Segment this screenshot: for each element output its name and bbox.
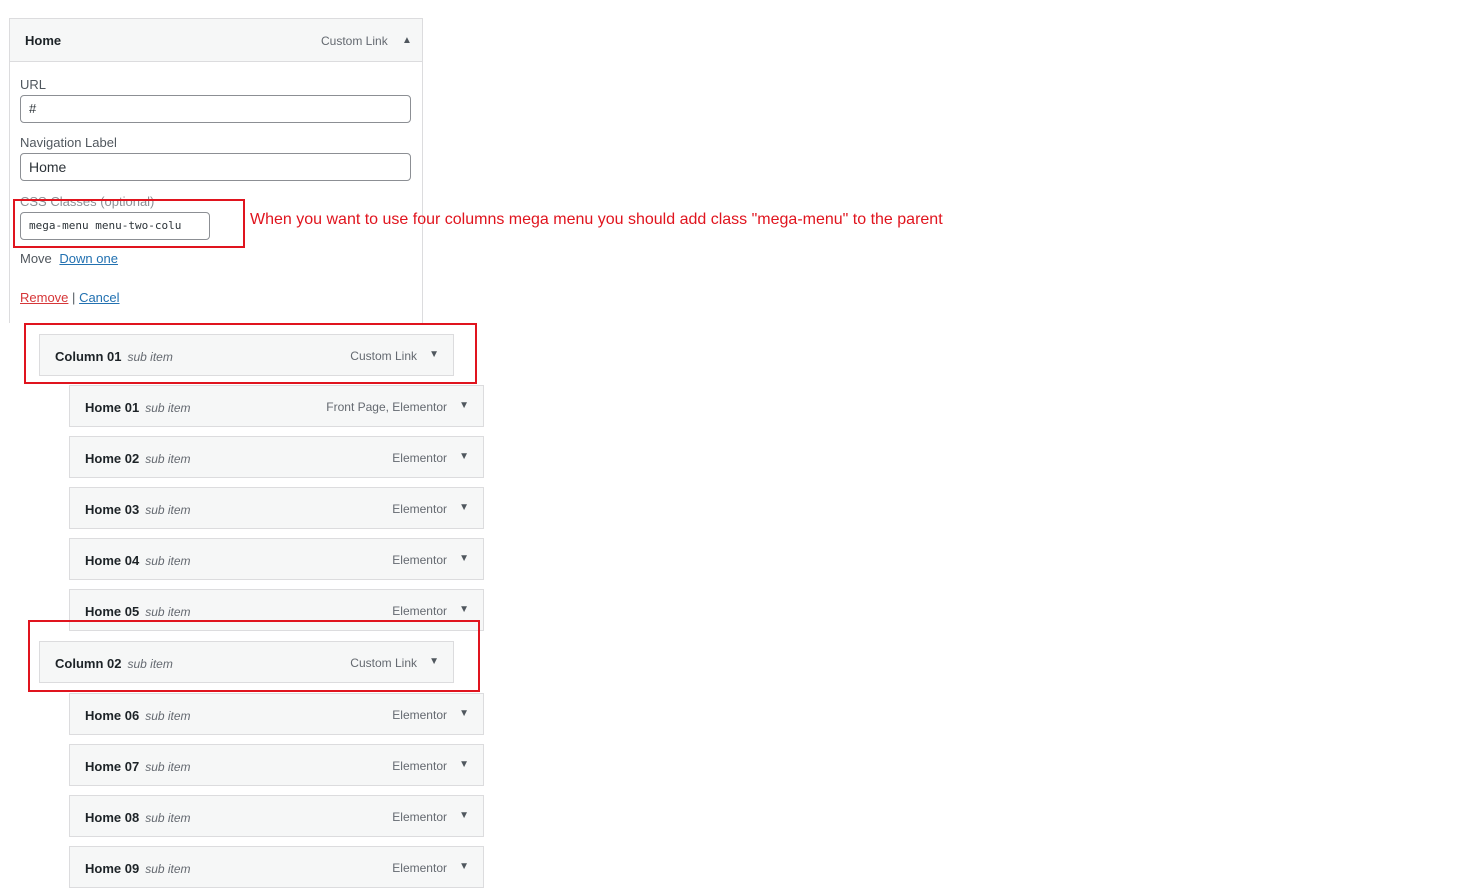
menu-item-title: Home 07 — [85, 759, 140, 774]
menu-item-type: Elementor — [392, 810, 447, 824]
menu-item-title: Home 01 — [85, 400, 140, 415]
menu-item-home-09[interactable]: Home 09 sub item Elementor ▼ — [69, 846, 484, 888]
menu-item-settings-panel: Home Custom Link ▲ URL # Navigation Labe… — [9, 18, 423, 323]
menu-item-sub-label: sub item — [127, 657, 173, 671]
menu-item-type: Custom Link — [350, 656, 417, 670]
menu-item-home-02[interactable]: Home 02 sub item Elementor ▼ — [69, 436, 484, 478]
menu-item-type: Elementor — [392, 759, 447, 773]
menu-item-home-06[interactable]: Home 06 sub item Elementor ▼ — [69, 693, 484, 735]
menu-item-title: Home 08 — [85, 810, 140, 825]
menu-item-handle[interactable]: Home Custom Link ▲ — [10, 19, 422, 62]
menu-item-title: Home 02 — [85, 451, 140, 466]
css-classes-label: CSS Classes (optional) — [20, 194, 155, 209]
triangle-down-icon[interactable]: ▼ — [429, 349, 439, 360]
item-actions: Remove | Cancel — [20, 290, 120, 305]
menu-item-sub-label: sub item — [145, 760, 191, 774]
menu-item-title: Home 09 — [85, 861, 140, 876]
triangle-down-icon[interactable]: ▼ — [459, 861, 469, 872]
menu-item-type: Front Page, Elementor — [326, 400, 447, 414]
triangle-down-icon[interactable]: ▼ — [459, 553, 469, 564]
menu-item-title: Home — [25, 33, 62, 48]
triangle-down-icon[interactable]: ▼ — [459, 451, 469, 462]
menu-item-sub-label: sub item — [145, 709, 191, 723]
menu-item-sub-label: sub item — [145, 862, 191, 876]
triangle-down-icon[interactable]: ▼ — [459, 759, 469, 770]
navigation-label-label: Navigation Label — [20, 135, 117, 150]
menu-item-title: Column 01 — [55, 349, 122, 364]
menu-item-type: Custom Link — [321, 34, 388, 48]
navigation-label-input[interactable]: Home — [20, 153, 411, 181]
cancel-link[interactable]: Cancel — [79, 290, 119, 305]
triangle-down-icon[interactable]: ▼ — [459, 708, 469, 719]
actions-separator: | — [72, 290, 76, 305]
menu-item-title: Home 05 — [85, 604, 140, 619]
menu-item-column-02[interactable]: Column 02 sub item Custom Link ▼ — [39, 641, 454, 683]
menu-item-sub-label: sub item — [145, 811, 191, 825]
menu-item-title: Home 03 — [85, 502, 140, 517]
menu-item-type: Elementor — [392, 553, 447, 567]
move-down-one-link[interactable]: Down one — [59, 251, 118, 266]
remove-link[interactable]: Remove — [20, 290, 68, 305]
menu-item-sub-label: sub item — [145, 401, 191, 415]
url-input[interactable]: # — [20, 95, 411, 123]
css-classes-input[interactable]: mega-menu menu-two-colu — [20, 212, 210, 240]
move-label: Move — [20, 251, 52, 266]
menu-item-type: Elementor — [392, 451, 447, 465]
menu-item-sub-label: sub item — [145, 503, 191, 517]
triangle-down-icon[interactable]: ▼ — [459, 604, 469, 615]
menu-item-sub-label: sub item — [127, 350, 173, 364]
menu-item-home-03[interactable]: Home 03 sub item Elementor ▼ — [69, 487, 484, 529]
menu-item-type: Elementor — [392, 604, 447, 618]
menu-item-title: Column 02 — [55, 656, 122, 671]
menu-item-home-05[interactable]: Home 05 sub item Elementor ▼ — [69, 589, 484, 631]
menu-item-home-04[interactable]: Home 04 sub item Elementor ▼ — [69, 538, 484, 580]
menu-item-type: Elementor — [392, 502, 447, 516]
menu-item-type: Custom Link — [350, 349, 417, 363]
menu-item-sub-label: sub item — [145, 554, 191, 568]
menu-item-column-01[interactable]: Column 01 sub item Custom Link ▼ — [39, 334, 454, 376]
triangle-down-icon[interactable]: ▼ — [459, 400, 469, 411]
menu-item-sub-label: sub item — [145, 452, 191, 466]
annotation-note: When you want to use four columns mega m… — [250, 211, 943, 228]
menu-item-home-08[interactable]: Home 08 sub item Elementor ▼ — [69, 795, 484, 837]
menu-item-title: Home 04 — [85, 553, 140, 568]
triangle-down-icon[interactable]: ▼ — [429, 656, 439, 667]
url-label: URL — [20, 77, 47, 92]
triangle-up-icon[interactable]: ▲ — [402, 35, 412, 46]
move-row: Move Down one — [20, 251, 118, 266]
menu-item-sub-label: sub item — [145, 605, 191, 619]
menu-item-type: Elementor — [392, 708, 447, 722]
menu-item-home-07[interactable]: Home 07 sub item Elementor ▼ — [69, 744, 484, 786]
menu-item-type: Elementor — [392, 861, 447, 875]
menu-item-home-01[interactable]: Home 01 sub item Front Page, Elementor ▼ — [69, 385, 484, 427]
triangle-down-icon[interactable]: ▼ — [459, 502, 469, 513]
triangle-down-icon[interactable]: ▼ — [459, 810, 469, 821]
menu-item-title: Home 06 — [85, 708, 140, 723]
